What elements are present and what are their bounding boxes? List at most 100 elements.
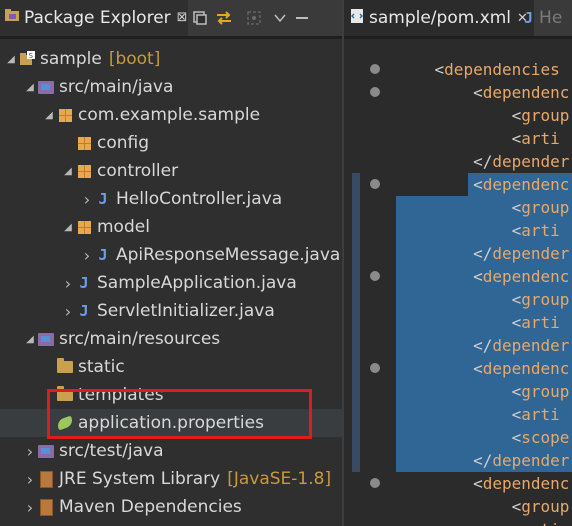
fold-icon[interactable] xyxy=(370,64,380,74)
expand-arrow-icon[interactable]: ◢ xyxy=(23,82,37,93)
tree-item[interactable]: config xyxy=(0,129,342,157)
collapse-arrow-icon[interactable]: › xyxy=(23,498,37,517)
library-icon xyxy=(37,470,55,488)
source-folder-icon xyxy=(37,442,55,460)
svg-text:S: S xyxy=(29,52,34,60)
code-line: <arti xyxy=(511,129,560,148)
package-explorer-icon xyxy=(4,0,20,36)
tree-item[interactable]: ◢ src/main/resources xyxy=(0,325,342,353)
code-line: <scope xyxy=(511,428,570,447)
code-line: <dependenc xyxy=(473,83,570,102)
tab-hello-controller-label: He xyxy=(539,8,563,28)
tree-item[interactable]: › J ApiResponseMessage.java xyxy=(0,241,342,269)
tree-item[interactable]: › Maven Dependencies xyxy=(0,493,342,521)
focus-icon[interactable] xyxy=(244,8,264,28)
collapse-arrow-icon[interactable]: › xyxy=(80,246,94,265)
fold-icon[interactable] xyxy=(370,271,380,281)
code-line: <arti xyxy=(396,518,560,526)
tree-item-label: ApiResponseMessage.java xyxy=(116,245,341,265)
code-line: </depender xyxy=(473,244,570,263)
collapse-all-icon[interactable] xyxy=(190,8,210,28)
collapse-arrow-icon[interactable]: › xyxy=(23,442,37,461)
tree-item-decoration: [JavaSE-1.8] xyxy=(227,469,332,489)
tab-package-explorer[interactable]: Package Explorer ⊠ xyxy=(0,0,188,36)
tree-item-label: static xyxy=(78,357,125,377)
tree-item-label: src/test/java xyxy=(59,441,164,461)
code-line: <dependenc xyxy=(473,359,570,378)
minimize-icon[interactable] xyxy=(292,8,312,28)
fold-icon[interactable] xyxy=(370,478,380,488)
package-icon xyxy=(75,218,93,236)
java-file-icon: J xyxy=(79,302,89,320)
expand-arrow-icon[interactable]: ◢ xyxy=(42,110,56,121)
code-line: <dependencies xyxy=(434,60,560,79)
code-line: <group xyxy=(511,106,570,125)
code-line: </depender xyxy=(473,152,570,171)
source-folder-icon xyxy=(37,330,55,348)
tab-package-explorer-label: Package Explorer xyxy=(24,8,171,28)
tree-item[interactable]: ◢ com.example.sample xyxy=(0,101,342,129)
library-icon xyxy=(37,498,55,516)
package-icon xyxy=(75,134,93,152)
code-line: <dependenc xyxy=(473,267,570,286)
tree-item[interactable]: › J SampleApplication.java xyxy=(0,269,342,297)
code-line: <group xyxy=(511,497,570,516)
code-line: <group xyxy=(511,382,570,401)
expand-arrow-icon[interactable]: ◢ xyxy=(61,222,75,233)
tree-item-label: JRE System Library xyxy=(59,469,221,489)
tree-item-label: SampleApplication.java xyxy=(97,273,297,293)
tree-item-label: model xyxy=(97,217,150,237)
code-line: </depender xyxy=(473,336,570,355)
expand-arrow-icon[interactable]: ◢ xyxy=(61,166,75,177)
java-file-icon: J xyxy=(98,190,108,208)
tree-item-decoration: [boot] xyxy=(108,49,161,69)
collapse-arrow-icon[interactable]: › xyxy=(61,274,75,293)
editor-tabbar: sample/pom.xml ✕ J He xyxy=(344,0,572,39)
tree-item-label: src/main/resources xyxy=(59,329,221,349)
view-menu-icon[interactable] xyxy=(270,8,290,28)
tree-item[interactable]: › J HelloController.java xyxy=(0,185,342,213)
collapse-arrow-icon[interactable]: › xyxy=(61,302,75,321)
fold-icon[interactable] xyxy=(370,363,380,373)
code-line: <arti xyxy=(511,405,560,424)
xml-editor: sample/pom.xml ✕ J He <dependencies <dep… xyxy=(344,0,572,526)
package-explorer-tabbar: Package Explorer ⊠ xyxy=(0,0,342,39)
tree-item[interactable]: › J ServletInitializer.java xyxy=(0,297,342,325)
package-explorer-view: Package Explorer ⊠ ◢ Ssample [boot] ◢ src/ma… xyxy=(0,0,342,526)
folder-icon xyxy=(56,358,74,376)
tab-pom-xml-label: sample/pom.xml xyxy=(369,8,512,28)
fold-icon[interactable] xyxy=(370,179,380,189)
expand-arrow-icon[interactable]: ◢ xyxy=(23,334,37,345)
java-file-icon: J xyxy=(98,246,108,264)
tab-pom-xml[interactable]: sample/pom.xml ✕ xyxy=(344,0,534,36)
package-icon xyxy=(56,106,74,124)
link-with-editor-icon[interactable] xyxy=(214,8,234,28)
tree-item-label: sample xyxy=(40,49,102,69)
tree-item[interactable]: ◢ Ssample [boot] xyxy=(0,45,342,73)
tree-item[interactable]: › src/test/java xyxy=(0,437,342,465)
collapse-arrow-icon[interactable]: › xyxy=(23,470,37,489)
code-line: </depender xyxy=(473,451,570,470)
tree-item[interactable]: static xyxy=(0,353,342,381)
xml-file-icon xyxy=(350,8,364,29)
tree-item[interactable]: ◢ src/main/java xyxy=(0,73,342,101)
project-icon: S xyxy=(18,50,36,68)
tree-item-label: src/main/java xyxy=(59,77,174,97)
close-icon[interactable]: ⊠ xyxy=(177,0,188,36)
code-line: <dependenc xyxy=(473,175,570,194)
tree-item-label: ServletInitializer.java xyxy=(97,301,275,321)
tree-item[interactable]: ◢ model xyxy=(0,213,342,241)
tree-item[interactable]: ◢ controller xyxy=(0,157,342,185)
code-line: <group xyxy=(511,198,570,217)
collapse-arrow-icon[interactable]: › xyxy=(80,190,94,209)
tree-item[interactable]: › JRE System Library [JavaSE-1.8] xyxy=(0,465,342,493)
selection-gutter-marker xyxy=(352,173,360,472)
tab-hello-controller[interactable]: J He xyxy=(524,0,562,36)
fold-icon[interactable] xyxy=(370,87,380,97)
expand-arrow-icon[interactable]: ◢ xyxy=(4,54,18,65)
tree-item-label: Maven Dependencies xyxy=(59,497,242,517)
tree-item-label: config xyxy=(97,133,150,153)
red-highlight-box xyxy=(47,389,312,439)
package-icon xyxy=(75,162,93,180)
code-line: <dependenc xyxy=(473,474,570,493)
